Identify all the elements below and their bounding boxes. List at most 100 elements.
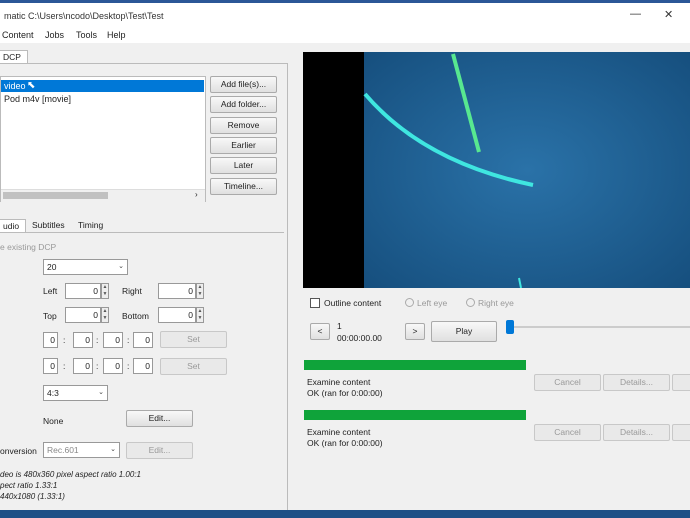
- right-crop-stepper[interactable]: ▲ ▼: [196, 283, 204, 299]
- timecode: 00:00:00.00: [337, 333, 382, 343]
- frame-rate-select[interactable]: 20 ⌄: [43, 259, 128, 275]
- video-info-line: 440x1080 (1.33:1): [0, 492, 65, 501]
- colon: :: [127, 361, 130, 371]
- list-item[interactable]: Pod m4v [movie]: [1, 93, 204, 105]
- list-item-label: video: [4, 81, 26, 91]
- chevron-down-icon: ⌄: [110, 446, 116, 453]
- window-title: matic C:\Users\ncodo\Desktop\Test\Test: [4, 11, 164, 21]
- menu-content[interactable]: Content: [2, 30, 34, 40]
- time-field[interactable]: 0: [133, 332, 153, 348]
- previous-frame-button[interactable]: <: [310, 323, 330, 340]
- add-files-button[interactable]: Add file(s)...: [210, 76, 277, 93]
- tab-subtitles[interactable]: Subtitles: [28, 219, 72, 233]
- job-status: OK (ran for 0:00:00): [307, 388, 383, 398]
- right-eye-radio[interactable]: [466, 298, 475, 307]
- job-cancel-button[interactable]: Cancel: [534, 424, 601, 441]
- left-crop-stepper[interactable]: ▲ ▼: [101, 283, 109, 299]
- cursor-icon: ⬉: [27, 80, 36, 91]
- timeline-slider-track[interactable]: [510, 326, 690, 328]
- scale-select[interactable]: 4:3 ⌄: [43, 385, 108, 401]
- left-label: Left: [43, 286, 58, 296]
- job-extra-button[interactable]: [672, 424, 690, 441]
- video-viewer: [303, 52, 690, 289]
- job-progress-fill: [304, 360, 526, 370]
- top-crop-stepper[interactable]: ▲ ▼: [101, 307, 109, 323]
- tab-timing[interactable]: Timing: [74, 219, 110, 233]
- outline-content-label: Outline content: [324, 298, 382, 308]
- time-field[interactable]: 0: [43, 358, 58, 374]
- menu-tools[interactable]: Tools: [76, 30, 97, 40]
- earlier-button[interactable]: Earlier: [210, 137, 277, 154]
- menu-bar: Content Jobs Tools Help: [0, 28, 690, 43]
- time-field[interactable]: 0: [73, 332, 93, 348]
- list-item[interactable]: video ⬉: [1, 80, 204, 92]
- add-folder-button[interactable]: Add folder...: [210, 96, 277, 113]
- job-progress-bar: [304, 410, 526, 420]
- outline-content-checkbox[interactable]: [310, 298, 320, 308]
- tab-dcp[interactable]: DCP: [0, 50, 28, 64]
- use-existing-dcp-label[interactable]: e existing DCP: [0, 242, 56, 252]
- menu-help[interactable]: Help: [107, 30, 126, 40]
- bottom-label: Bottom: [122, 311, 149, 321]
- menu-jobs[interactable]: Jobs: [45, 30, 64, 40]
- colon: :: [96, 361, 99, 371]
- conversion-select[interactable]: Rec.601 ⌄: [43, 442, 120, 458]
- colon: :: [96, 335, 99, 345]
- time-field[interactable]: 0: [133, 358, 153, 374]
- top-crop-field[interactable]: 0: [65, 307, 101, 323]
- video-frame: [363, 52, 690, 289]
- conversion-value: Rec.601: [47, 445, 79, 455]
- remove-button[interactable]: Remove: [210, 117, 277, 134]
- next-frame-button[interactable]: >: [405, 323, 425, 340]
- job-details-button[interactable]: Details...: [603, 424, 670, 441]
- scale-value: 4:3: [47, 388, 59, 398]
- video-info-line: deo is 480x360 pixel aspect ratio 1.00:1: [0, 470, 141, 479]
- time-field[interactable]: 0: [103, 332, 123, 348]
- job-progress-bar: [304, 360, 526, 370]
- conversion-label: onversion: [0, 446, 37, 456]
- conversion-edit-button[interactable]: Edit...: [126, 442, 193, 459]
- job-title: Examine content: [307, 377, 371, 387]
- tab-audio[interactable]: udio: [0, 219, 26, 233]
- colon: :: [63, 361, 66, 371]
- job-extra-button[interactable]: [672, 374, 690, 391]
- minimize-button[interactable]: —: [630, 8, 641, 20]
- bottom-crop-stepper[interactable]: ▲ ▼: [196, 307, 204, 323]
- time-field[interactable]: 0: [73, 358, 93, 374]
- left-crop-field[interactable]: 0: [65, 283, 101, 299]
- play-button[interactable]: Play: [431, 321, 497, 342]
- title-bar: matic C:\Users\ncodo\Desktop\Test\Test —…: [0, 0, 690, 28]
- job-cancel-button[interactable]: Cancel: [534, 374, 601, 391]
- timeline-slider-handle[interactable]: [506, 320, 514, 334]
- set-button-2[interactable]: Set: [160, 358, 227, 375]
- left-eye-radio[interactable]: [405, 298, 414, 307]
- horizontal-scrollbar[interactable]: ›: [1, 189, 205, 202]
- filters-edit-button[interactable]: Edit...: [126, 410, 193, 427]
- timeline-button[interactable]: Timeline...: [210, 178, 277, 195]
- time-field[interactable]: 0: [103, 358, 123, 374]
- scrollbar-thumb[interactable]: [3, 192, 108, 199]
- chevron-down-icon: ⌄: [98, 389, 104, 396]
- job-title: Examine content: [307, 427, 371, 437]
- frame-rate-value: 20: [47, 262, 57, 272]
- time-field[interactable]: 0: [43, 332, 58, 348]
- chevron-down-icon: ⌄: [118, 263, 124, 270]
- right-label: Right: [122, 286, 142, 296]
- later-button[interactable]: Later: [210, 157, 277, 174]
- filters-value: None: [43, 416, 64, 426]
- list-item-label: Pod m4v [movie]: [4, 94, 72, 104]
- job-details-button[interactable]: Details...: [603, 374, 670, 391]
- taskbar: [0, 510, 690, 518]
- content-list[interactable]: video ⬉ Pod m4v [movie] ›: [0, 76, 206, 202]
- right-crop-field[interactable]: 0: [158, 283, 196, 299]
- bottom-crop-field[interactable]: 0: [158, 307, 196, 323]
- set-button[interactable]: Set: [160, 331, 227, 348]
- colon: :: [127, 335, 130, 345]
- scroll-right-icon[interactable]: ›: [195, 190, 198, 199]
- right-eye-label: Right eye: [478, 298, 514, 308]
- job-progress-fill: [304, 410, 526, 420]
- job-status: OK (ran for 0:00:00): [307, 438, 383, 448]
- tab-divider: [0, 232, 284, 233]
- close-button[interactable]: ✕: [664, 8, 673, 21]
- frame-number: 1: [337, 321, 342, 331]
